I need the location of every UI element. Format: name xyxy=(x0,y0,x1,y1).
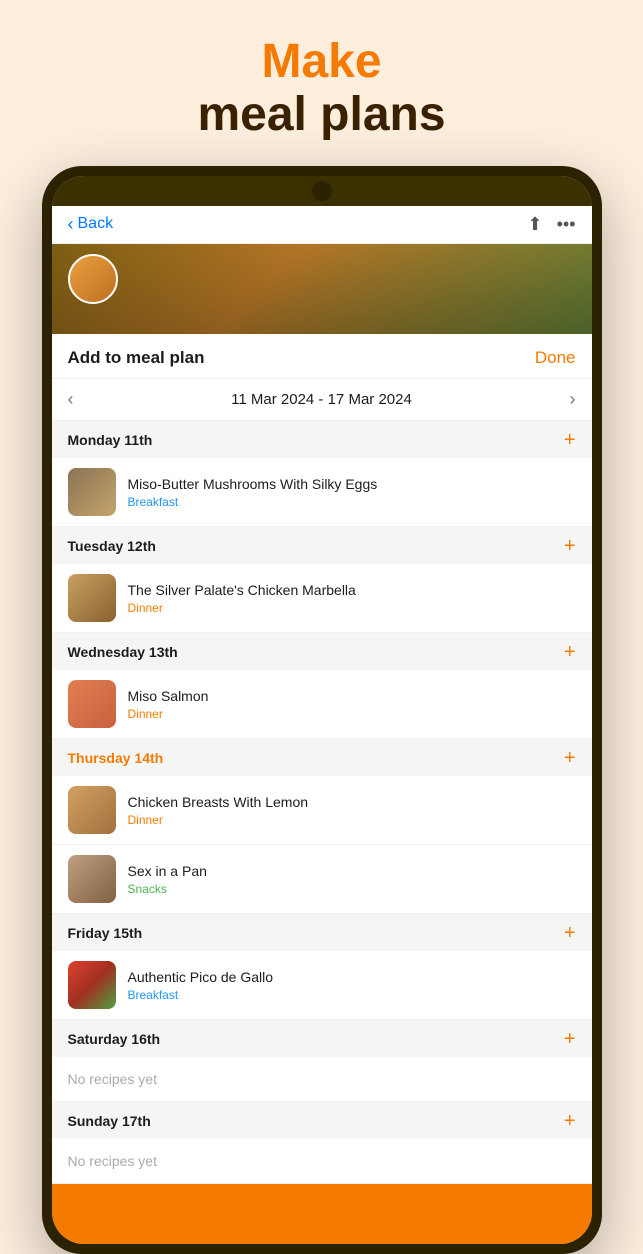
recipe-tag: Snacks xyxy=(128,882,576,896)
day-label-friday: Friday 15th xyxy=(68,925,143,941)
recipe-thumbnail xyxy=(68,468,116,516)
back-label: Back xyxy=(78,215,114,233)
week-range-label: 11 Mar 2024 - 17 Mar 2024 xyxy=(231,391,412,408)
recipe-name: Sex in a Pan xyxy=(128,862,576,880)
recipe-name: Miso-Butter Mushrooms With Silky Eggs xyxy=(128,475,576,493)
day-header-sunday: Sunday 17th + xyxy=(52,1102,592,1139)
day-label-sunday: Sunday 17th xyxy=(68,1113,151,1129)
recipe-item[interactable]: Authentic Pico de Gallo Breakfast xyxy=(52,951,592,1020)
chevron-left-icon: ‹ xyxy=(68,214,74,235)
week-nav: ‹ 11 Mar 2024 - 17 Mar 2024 › xyxy=(52,379,592,421)
recipe-tag: Dinner xyxy=(128,601,576,615)
recipe-tag: Dinner xyxy=(128,813,576,827)
share-icon[interactable]: ⬆ xyxy=(528,214,543,235)
add-recipe-button-tuesday[interactable]: + xyxy=(564,535,576,558)
next-week-button[interactable]: › xyxy=(569,389,575,410)
recipe-name: Chicken Breasts With Lemon xyxy=(128,793,576,811)
add-recipe-button-saturday[interactable]: + xyxy=(564,1028,576,1051)
recipe-item[interactable]: Sex in a Pan Snacks xyxy=(52,845,592,914)
recipe-info: Miso Salmon Dinner xyxy=(128,687,576,721)
recipe-item[interactable]: Miso Salmon Dinner xyxy=(52,670,592,739)
back-button[interactable]: ‹ Back xyxy=(68,214,114,235)
more-icon[interactable]: ••• xyxy=(557,214,576,235)
recipe-thumbnail xyxy=(68,786,116,834)
day-label-wednesday: Wednesday 13th xyxy=(68,644,178,660)
recipe-thumbnail xyxy=(68,574,116,622)
recipe-item[interactable]: The Silver Palate's Chicken Marbella Dinn… xyxy=(52,564,592,633)
recipe-tag: Dinner xyxy=(128,707,576,721)
recipe-info: Miso-Butter Mushrooms With Silky Eggs Bre… xyxy=(128,475,576,509)
add-recipe-button-sunday[interactable]: + xyxy=(564,1110,576,1133)
add-recipe-button-wednesday[interactable]: + xyxy=(564,641,576,664)
device-frame: ‹ Back ⬆ ••• Add to meal plan Done ‹ 11 … xyxy=(42,166,602,1254)
day-header-saturday: Saturday 16th + xyxy=(52,1020,592,1057)
day-section-thursday: Thursday 14th + Chicken Breasts With Lemon… xyxy=(52,739,592,914)
day-header-thursday: Thursday 14th + xyxy=(52,739,592,776)
bg-image-area xyxy=(52,244,592,334)
add-recipe-button-thursday[interactable]: + xyxy=(564,747,576,770)
day-section-wednesday: Wednesday 13th + Miso Salmon Dinner xyxy=(52,633,592,739)
day-label-thursday: Thursday 14th xyxy=(68,750,164,766)
no-recipes-label: No recipes yet xyxy=(52,1139,592,1184)
no-recipes-label: No recipes yet xyxy=(52,1057,592,1102)
recipe-name: The Silver Palate's Chicken Marbella xyxy=(128,581,576,599)
day-section-saturday: Saturday 16th + No recipes yet xyxy=(52,1020,592,1102)
day-header-friday: Friday 15th + xyxy=(52,914,592,951)
day-section-sunday: Sunday 17th + No recipes yet xyxy=(52,1102,592,1184)
header-meal-plans: meal plans xyxy=(197,89,445,142)
recipe-thumbnail xyxy=(68,680,116,728)
recipe-tag: Breakfast xyxy=(128,988,576,1002)
recipe-info: Sex in a Pan Snacks xyxy=(128,862,576,896)
recipe-info: Authentic Pico de Gallo Breakfast xyxy=(128,968,576,1002)
recipe-name: Miso Salmon xyxy=(128,687,576,705)
recipe-thumbnail xyxy=(68,961,116,1009)
add-recipe-button-monday[interactable]: + xyxy=(564,429,576,452)
modal-title: Add to meal plan xyxy=(68,348,205,368)
add-recipe-button-friday[interactable]: + xyxy=(564,922,576,945)
day-header-tuesday: Tuesday 12th + xyxy=(52,527,592,564)
recipe-info: Chicken Breasts With Lemon Dinner xyxy=(128,793,576,827)
recipe-info: The Silver Palate's Chicken Marbella Dinn… xyxy=(128,581,576,615)
device-screen: ‹ Back ⬆ ••• Add to meal plan Done ‹ 11 … xyxy=(52,176,592,1244)
nav-right-icons: ⬆ ••• xyxy=(528,214,576,235)
day-section-monday: Monday 11th + Miso-Butter Mushrooms With S… xyxy=(52,421,592,527)
recipe-item[interactable]: Miso-Butter Mushrooms With Silky Eggs Bre… xyxy=(52,458,592,527)
recipe-thumbnail xyxy=(68,855,116,903)
recipe-name: Authentic Pico de Gallo xyxy=(128,968,576,986)
recipe-item[interactable]: Chicken Breasts With Lemon Dinner xyxy=(52,776,592,845)
day-header-monday: Monday 11th + xyxy=(52,421,592,458)
recipe-tag: Breakfast xyxy=(128,495,576,509)
day-section-friday: Friday 15th + Authentic Pico de Gallo Break… xyxy=(52,914,592,1020)
bottom-orange-bar xyxy=(52,1184,592,1244)
days-container: Monday 11th + Miso-Butter Mushrooms With S… xyxy=(52,421,592,1184)
day-label-monday: Monday 11th xyxy=(68,432,153,448)
nav-bar: ‹ Back ⬆ ••• xyxy=(52,206,592,244)
modal-header: Add to meal plan Done xyxy=(52,334,592,379)
header-make: Make xyxy=(197,36,445,89)
device-notch-bar xyxy=(52,176,592,206)
device-notch xyxy=(312,181,332,201)
avatar xyxy=(68,254,118,304)
day-label-tuesday: Tuesday 12th xyxy=(68,538,156,554)
done-button[interactable]: Done xyxy=(535,348,576,368)
prev-week-button[interactable]: ‹ xyxy=(68,389,74,410)
day-label-saturday: Saturday 16th xyxy=(68,1031,161,1047)
day-section-tuesday: Tuesday 12th + The Silver Palate's Chicken… xyxy=(52,527,592,633)
day-header-wednesday: Wednesday 13th + xyxy=(52,633,592,670)
page-header: Make meal plans xyxy=(197,0,445,166)
meal-plan-modal: Add to meal plan Done ‹ 11 Mar 2024 - 17… xyxy=(52,334,592,1184)
